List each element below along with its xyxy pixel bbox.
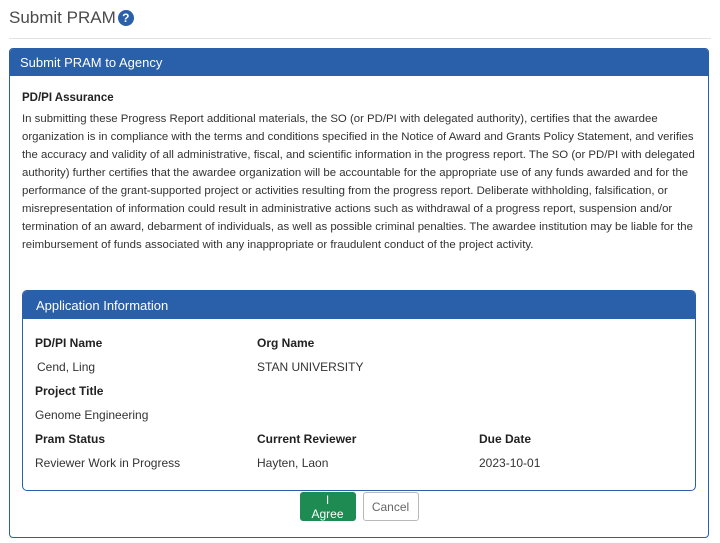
due-date-label: Due Date — [479, 432, 532, 446]
title-divider — [9, 38, 711, 39]
pram-status-value: Reviewer Work in Progress — [35, 456, 181, 470]
current-reviewer-label: Current Reviewer — [257, 432, 357, 446]
page-title: Submit PRAM ? — [9, 6, 134, 30]
page-title-text: Submit PRAM — [9, 8, 116, 27]
assurance-text: In submitting these Progress Report addi… — [22, 113, 695, 251]
due-date-value: 2023-10-01 — [479, 456, 541, 470]
pram-status-label: Pram Status — [35, 432, 106, 446]
assurance-section: PD/PI Assurance In submitting these Prog… — [10, 76, 708, 254]
assurance-heading: PD/PI Assurance — [22, 92, 114, 104]
i-agree-button[interactable]: I Agree — [299, 492, 356, 521]
cancel-button[interactable]: Cancel — [362, 492, 419, 521]
current-reviewer-value: Hayten, Laon — [257, 456, 329, 470]
project-title-label: Project Title — [35, 384, 104, 398]
org-name-value: STAN UNIVERSITY — [257, 360, 364, 374]
application-info-panel: Application Information PD/PI Name Org N… — [22, 290, 696, 491]
org-name-label: Org Name — [257, 336, 315, 350]
pdpi-name-label: PD/PI Name — [35, 336, 103, 350]
pdpi-name-value: Cend, Ling — [37, 360, 96, 374]
submit-pram-panel-header: Submit PRAM to Agency — [10, 49, 708, 76]
help-icon[interactable]: ? — [117, 10, 134, 26]
submit-pram-panel: Submit PRAM to Agency PD/PI Assurance In… — [9, 48, 709, 538]
action-buttons: I Agree Cancel — [10, 492, 708, 521]
project-title-value: Genome Engineering — [35, 408, 149, 422]
application-info-header: Application Information — [23, 291, 695, 319]
